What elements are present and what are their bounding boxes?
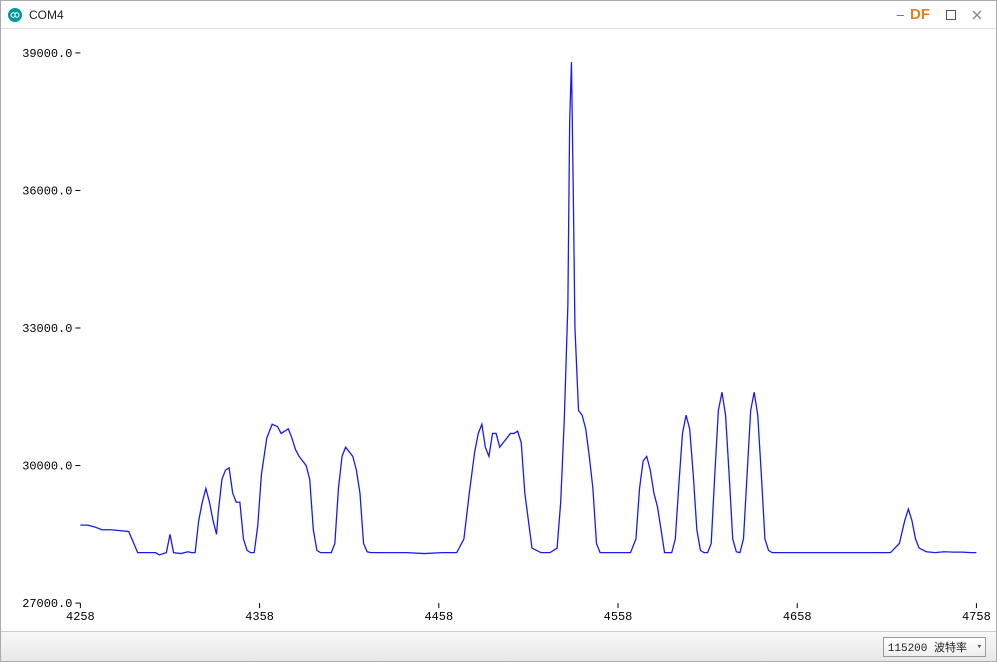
y-tick-label: 36000.0 bbox=[22, 184, 72, 198]
x-tick-label: 4358 bbox=[245, 610, 274, 624]
chevron-down-icon: ▾ bbox=[977, 642, 982, 652]
x-tick-label: 4558 bbox=[604, 610, 633, 624]
close-button[interactable] bbox=[964, 5, 990, 25]
window-title: COM4 bbox=[29, 8, 64, 22]
minimize-hint: – bbox=[897, 7, 904, 22]
x-tick-label: 4458 bbox=[424, 610, 453, 624]
baud-rate-value: 115200 波特率 bbox=[888, 639, 967, 655]
arduino-icon bbox=[7, 7, 23, 23]
y-tick-label: 27000.0 bbox=[22, 597, 72, 611]
x-tick-label: 4758 bbox=[962, 610, 991, 624]
plot-area: 27000.0 30000.0 33000.0 36000.0 39000.0 4258 4… bbox=[1, 29, 996, 631]
x-tick-label: 4658 bbox=[783, 610, 812, 624]
x-tick-label: 4258 bbox=[66, 610, 95, 624]
df-badge: DF bbox=[910, 6, 930, 23]
plot-svg: 27000.0 30000.0 33000.0 36000.0 39000.0 4258 4… bbox=[1, 29, 996, 631]
titlebar[interactable]: COM4 – DF bbox=[1, 1, 996, 29]
baud-rate-select[interactable]: 115200 波特率 ▾ bbox=[883, 637, 986, 657]
y-tick-label: 39000.0 bbox=[22, 47, 72, 61]
serial-plotter-window: COM4 – DF 27000.0 30000.0 33000.0 36000.0 39… bbox=[0, 0, 997, 662]
statusbar: 115200 波特率 ▾ bbox=[1, 631, 996, 661]
y-tick-label: 33000.0 bbox=[22, 322, 72, 336]
y-tick-label: 30000.0 bbox=[22, 460, 72, 474]
data-series-line bbox=[80, 62, 976, 555]
maximize-button[interactable] bbox=[938, 5, 964, 25]
